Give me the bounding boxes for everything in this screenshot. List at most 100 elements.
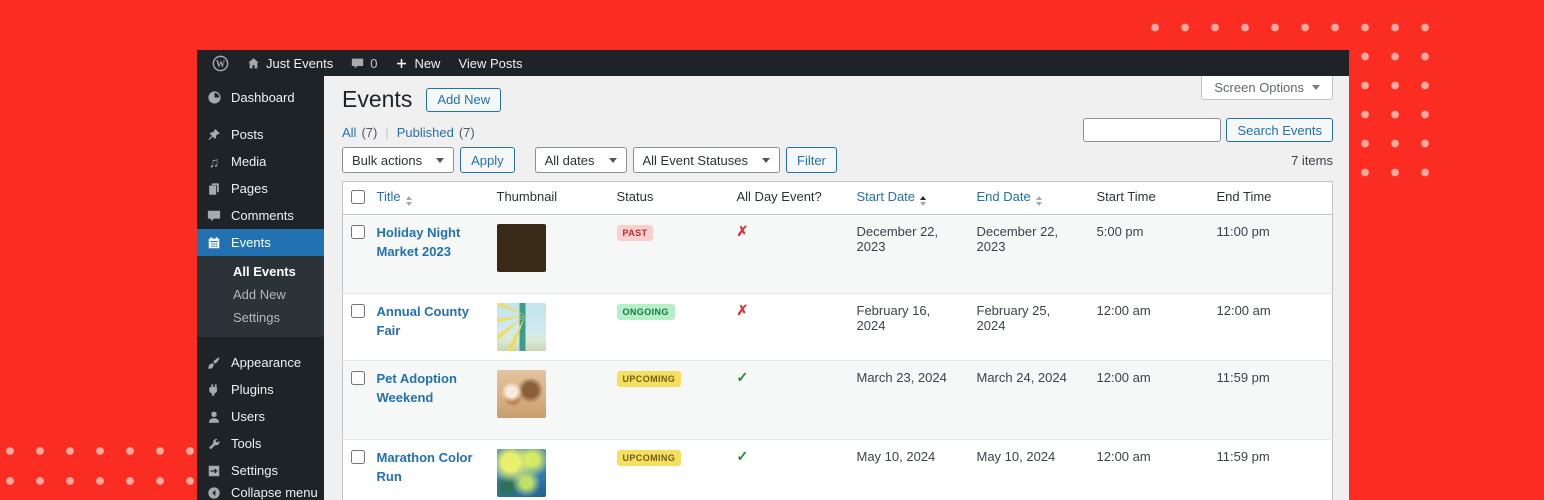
night-market-photo: [496, 224, 546, 272]
admin-sidebar: Dashboard Posts ♫ Media Pages Comments E…: [197, 76, 324, 500]
search-events-button[interactable]: Search Events: [1226, 118, 1333, 142]
column-header-all-day: All Day Event?: [728, 181, 849, 215]
bulk-actions-select[interactable]: Bulk actions: [342, 147, 455, 173]
end-time-cell: 12:00 am: [1216, 303, 1271, 318]
plug-icon: [206, 383, 222, 397]
event-title-link[interactable]: Annual County Fair: [377, 303, 481, 341]
comments-icon: [206, 209, 222, 223]
dot-pattern-bottom-left: [0, 436, 205, 500]
media-icon: ♫: [208, 153, 220, 170]
select-all-checkbox[interactable]: [351, 190, 365, 204]
view-all-count: (7): [361, 125, 378, 140]
column-header-title[interactable]: Title: [368, 181, 489, 215]
column-header-start-date[interactable]: Start Date: [848, 181, 969, 215]
submenu-all-events[interactable]: All Events: [197, 260, 324, 283]
sidebar-label: Users: [231, 409, 265, 424]
sidebar-item-appearance[interactable]: Appearance: [197, 349, 324, 376]
end-time-cell: 11:00 pm: [1216, 224, 1270, 239]
sidebar-item-plugins[interactable]: Plugins: [197, 376, 324, 403]
view-separator: |: [385, 125, 389, 140]
end-time-cell: 11:59 pm: [1216, 370, 1270, 385]
main-content: Screen Options Events Add New Search Eve…: [324, 76, 1349, 500]
table-row: Marathon Color Run UPCOMING ✓ May 10, 20…: [342, 439, 1333, 500]
apply-button[interactable]: Apply: [460, 147, 515, 173]
new-content-menu[interactable]: New: [386, 50, 449, 76]
submenu-add-new[interactable]: Add New: [197, 283, 324, 306]
start-time-cell: 12:00 am: [1096, 370, 1151, 385]
sidebar-label: Media: [231, 154, 267, 169]
plus-icon: [395, 57, 408, 70]
running-dogs-photo: [496, 370, 546, 418]
table-row: Holiday Night Market 2023 PAST ✗ Decembe…: [342, 214, 1333, 294]
submenu-settings[interactable]: Settings: [197, 306, 324, 329]
table-row: Pet Adoption Weekend UPCOMING ✓ March 23…: [342, 360, 1333, 440]
screen-options-tab[interactable]: Screen Options: [1201, 76, 1333, 100]
table-row: Annual County Fair ONGOING ✗ February 16…: [342, 293, 1333, 361]
sidebar-item-posts[interactable]: Posts: [197, 121, 324, 148]
sidebar-label: Appearance: [231, 355, 302, 370]
comment-count: 0: [370, 55, 378, 71]
dates-filter-value: All dates: [544, 152, 595, 168]
start-date-cell: March 23, 2024: [856, 370, 947, 385]
color-paint-photo: [496, 449, 546, 497]
events-submenu: All Events Add New Settings: [197, 256, 324, 337]
site-name-label: Just Events: [266, 55, 334, 71]
comments-shortcut[interactable]: 0: [342, 50, 386, 76]
chevron-down-icon: [608, 157, 617, 163]
sidebar-item-media[interactable]: ♫ Media: [197, 148, 324, 175]
comment-bubble-icon: [351, 57, 364, 70]
sidebar-item-comments[interactable]: Comments: [197, 202, 324, 229]
sidebar-label: Collapse menu: [231, 485, 318, 500]
dates-filter-select[interactable]: All dates: [534, 147, 627, 173]
status-badge: UPCOMING: [616, 371, 682, 387]
sidebar-item-pages[interactable]: Pages: [197, 175, 324, 202]
view-published-link[interactable]: Published: [397, 125, 454, 140]
sidebar-item-users[interactable]: Users: [197, 403, 324, 430]
view-posts-link[interactable]: View Posts: [449, 50, 531, 76]
view-all-link[interactable]: All: [342, 125, 356, 140]
items-count: 7 items: [1291, 152, 1333, 168]
event-title-link[interactable]: Pet Adoption Weekend: [377, 370, 481, 408]
wordpress-admin-window: W Just Events 0 New View Posts Dashboard: [197, 50, 1349, 500]
event-title-link[interactable]: Holiday Night Market 2023: [377, 224, 481, 262]
home-icon: [247, 57, 260, 70]
no-mark-icon: ✗: [736, 223, 749, 239]
brush-icon: [206, 356, 222, 370]
view-posts-label: View Posts: [458, 55, 523, 71]
pages-icon: [206, 182, 222, 196]
event-title-link[interactable]: Marathon Color Run: [377, 449, 481, 487]
row-checkbox[interactable]: [351, 371, 365, 385]
view-filter-links: All (7) | Published (7): [342, 125, 475, 140]
svg-text:W: W: [216, 59, 226, 69]
row-checkbox[interactable]: [351, 225, 365, 239]
sidebar-item-events[interactable]: Events: [197, 229, 324, 256]
sort-icon: [1035, 196, 1042, 206]
wordpress-logo-icon[interactable]: W: [203, 50, 238, 76]
events-table: Title Thumbnail Status All Day Event? St…: [342, 181, 1333, 500]
sliders-icon: [206, 464, 222, 478]
column-header-status: Status: [608, 181, 729, 215]
add-new-button[interactable]: Add New: [426, 87, 502, 112]
table-toolbar: Bulk actions Apply All dates All Event S…: [342, 147, 1333, 173]
sidebar-label: Tools: [231, 436, 262, 451]
filter-button[interactable]: Filter: [786, 147, 837, 173]
page-title: Events: [342, 86, 413, 112]
start-time-cell: 12:00 am: [1096, 449, 1151, 464]
new-label: New: [414, 55, 441, 71]
row-checkbox[interactable]: [351, 304, 365, 318]
status-badge: ONGOING: [616, 304, 675, 320]
site-name-link[interactable]: Just Events: [238, 50, 342, 76]
search-input[interactable]: [1083, 118, 1222, 142]
user-icon: [206, 410, 222, 424]
chevron-down-icon: [762, 157, 770, 163]
collapse-menu-button[interactable]: Collapse menu: [197, 479, 324, 500]
column-header-end-date[interactable]: End Date: [968, 181, 1089, 215]
bulk-actions-value: Bulk actions: [352, 152, 423, 168]
end-date-cell: March 24, 2024: [976, 370, 1067, 385]
row-checkbox[interactable]: [351, 450, 365, 464]
event-status-select[interactable]: All Event Statuses: [632, 147, 780, 173]
sidebar-label: Settings: [231, 463, 278, 478]
sidebar-item-tools[interactable]: Tools: [197, 430, 324, 457]
pin-icon: [206, 128, 222, 142]
sidebar-item-dashboard[interactable]: Dashboard: [197, 84, 324, 111]
